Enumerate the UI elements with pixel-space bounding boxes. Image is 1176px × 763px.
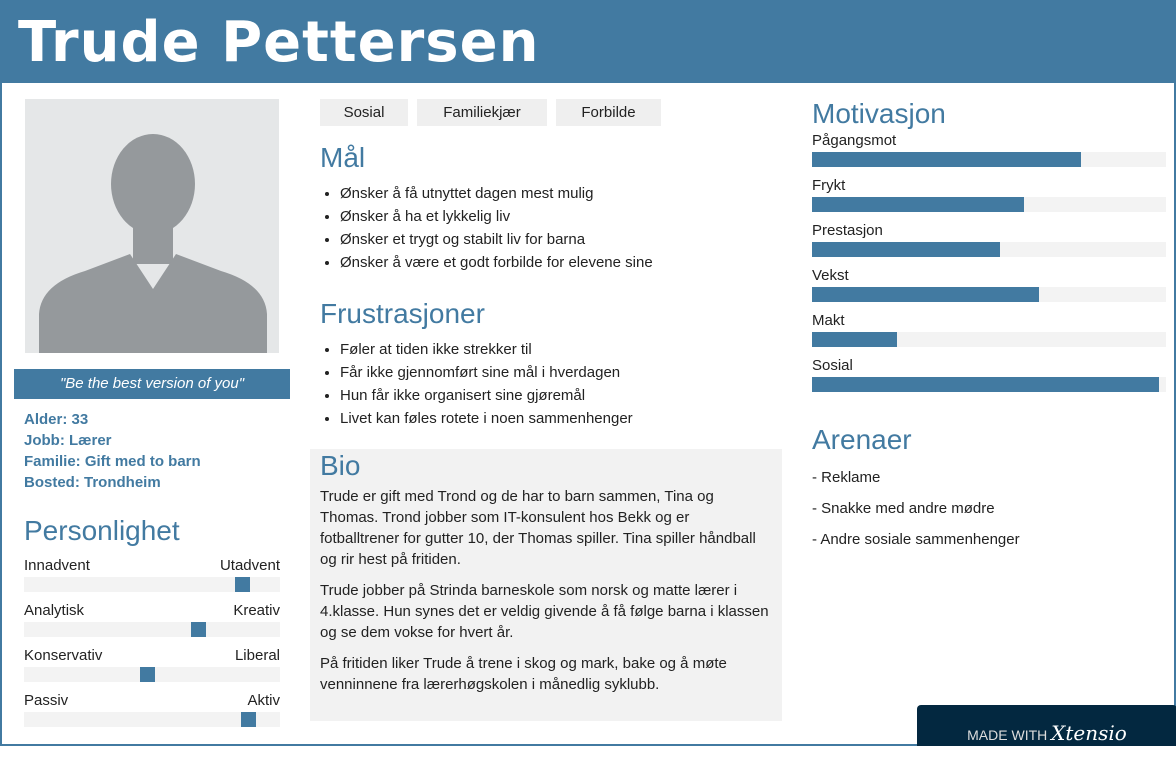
motivation-label: Vekst bbox=[812, 267, 849, 284]
slider-left-label: Innadvent bbox=[24, 557, 90, 574]
slider-right-label: Aktiv bbox=[247, 692, 280, 709]
bio-paragraph: På fritiden liker Trude å trene i skog o… bbox=[320, 655, 727, 693]
arena-item: - Andre sosiale sammenhenger bbox=[812, 531, 1020, 548]
made-with-xtensio-badge[interactable]: MADE WITH Xtensio bbox=[917, 705, 1176, 746]
personality-title: Personlighet bbox=[24, 515, 180, 546]
motivation-section: Motivasjon Pågangsmot Frykt Prestasjon Veks… bbox=[812, 98, 1166, 402]
goals-section: Mål Ønsker å få utnyttet dagen mest muli… bbox=[320, 142, 780, 274]
motivation-fill bbox=[812, 377, 1159, 392]
motivation-label: Prestasjon bbox=[812, 222, 883, 239]
motivation-fill bbox=[812, 242, 1000, 257]
motivation-bar: Vekst bbox=[812, 267, 1166, 312]
slider-left-label: Analytisk bbox=[24, 602, 85, 619]
motivation-bar: Makt bbox=[812, 312, 1166, 357]
motivation-bar: Pågangsmot bbox=[812, 132, 1166, 177]
persona-quote: "Be the best version of you" bbox=[14, 369, 290, 399]
slider-track bbox=[24, 667, 280, 682]
personality-slider: Innadvent Utadvent bbox=[24, 557, 280, 602]
made-with-label: MADE WITH bbox=[967, 727, 1048, 743]
slider-track bbox=[24, 622, 280, 637]
persona-name: Trude Pettersen bbox=[2, 0, 1176, 83]
xtensio-logo: Xtensio bbox=[1051, 721, 1127, 745]
motivation-title: Motivasjon bbox=[812, 98, 946, 129]
motivation-track bbox=[812, 242, 1166, 257]
motivation-label: Pågangsmot bbox=[812, 132, 897, 149]
list-item: Ønsker å få utnyttet dagen mest mulig bbox=[340, 182, 780, 205]
slider-right-label: Kreativ bbox=[233, 602, 280, 619]
slider-thumb bbox=[241, 712, 256, 727]
person-silhouette-icon bbox=[39, 134, 267, 353]
list-item: Livet kan føles rotete i noen sammenheng… bbox=[340, 407, 780, 430]
arenas-section: Arenaer - Reklame - Snakke med andre mødr… bbox=[812, 424, 1020, 549]
motivation-label: Frykt bbox=[812, 177, 846, 194]
motivation-fill bbox=[812, 332, 897, 347]
slider-left-label: Konservativ bbox=[24, 647, 103, 664]
personality-section: Personlighet Innadvent Utadvent Analytisk K… bbox=[24, 515, 280, 737]
fact-item: Familie: Gift med to barn bbox=[24, 453, 201, 470]
fact-item: Jobb: Lærer bbox=[24, 432, 112, 449]
list-item: Ønsker å ha et lykkelig liv bbox=[340, 205, 780, 228]
personality-slider: Passiv Aktiv bbox=[24, 692, 280, 737]
tag-forbilde: Forbilde bbox=[556, 99, 661, 126]
slider-right-label: Liberal bbox=[234, 647, 280, 664]
tag-sosial: Sosial bbox=[320, 99, 408, 126]
motivation-fill bbox=[812, 197, 1025, 212]
slider-right-label: Utadvent bbox=[219, 557, 280, 574]
bio-section: Bio Trude er gift med Trond og de har to… bbox=[310, 449, 782, 721]
slider-left-label: Passiv bbox=[24, 692, 69, 709]
list-item: Ønsker et trygt og stabilt liv for barna bbox=[340, 228, 780, 251]
motivation-track bbox=[812, 287, 1166, 302]
fact-item: Alder: 33 bbox=[24, 411, 89, 428]
slider-thumb bbox=[234, 577, 250, 592]
motivation-fill bbox=[812, 287, 1039, 302]
list-item: Ønsker å være et godt forbilde for eleve… bbox=[340, 251, 780, 274]
personality-slider: Analytisk Kreativ bbox=[24, 602, 280, 647]
motivation-track bbox=[812, 152, 1166, 167]
persona-facts: Alder: 33 Jobb: Lærer Familie: Gift med to… bbox=[24, 409, 201, 493]
motivation-label: Makt bbox=[812, 312, 845, 329]
goals-title: Mål bbox=[320, 142, 366, 173]
personality-slider: Konservativ Liberal bbox=[24, 647, 280, 692]
list-item: Får ikke gjennomført sine mål i hverdage… bbox=[340, 361, 780, 384]
list-item: Hun får ikke organisert sine gjøremål bbox=[340, 384, 780, 407]
motivation-bar: Sosial bbox=[812, 357, 1166, 402]
motivation-track bbox=[812, 377, 1166, 392]
slider-thumb bbox=[139, 667, 155, 682]
slider-thumb bbox=[191, 622, 207, 637]
fact-item: Bosted: Trondheim bbox=[24, 474, 161, 491]
tag-list: Sosial Familiekjær Forbilde bbox=[320, 99, 661, 126]
arena-item: - Snakke med andre mødre bbox=[812, 500, 995, 517]
slider-track bbox=[24, 712, 280, 727]
arena-item: - Reklame bbox=[812, 469, 881, 486]
motivation-track bbox=[812, 197, 1166, 212]
motivation-bar: Frykt bbox=[812, 177, 1166, 222]
frustrations-section: Frustrasjoner Føler at tiden ikke strekk… bbox=[320, 298, 780, 430]
motivation-fill bbox=[812, 152, 1082, 167]
bio-paragraph: Trude er gift med Trond og de har to bar… bbox=[320, 488, 756, 568]
motivation-bar: Prestasjon bbox=[812, 222, 1166, 267]
tag-familiekjær: Familiekjær bbox=[417, 99, 547, 126]
motivation-label: Sosial bbox=[812, 357, 853, 374]
frustrations-title: Frustrasjoner bbox=[320, 298, 485, 329]
avatar bbox=[25, 99, 279, 353]
bio-paragraph: Trude jobber på Strinda barneskole som n… bbox=[320, 582, 769, 641]
slider-track bbox=[24, 577, 280, 592]
motivation-track bbox=[812, 332, 1166, 347]
arenas-title: Arenaer bbox=[812, 424, 912, 455]
list-item: Føler at tiden ikke strekker til bbox=[340, 338, 780, 361]
bio-title: Bio bbox=[320, 450, 361, 481]
